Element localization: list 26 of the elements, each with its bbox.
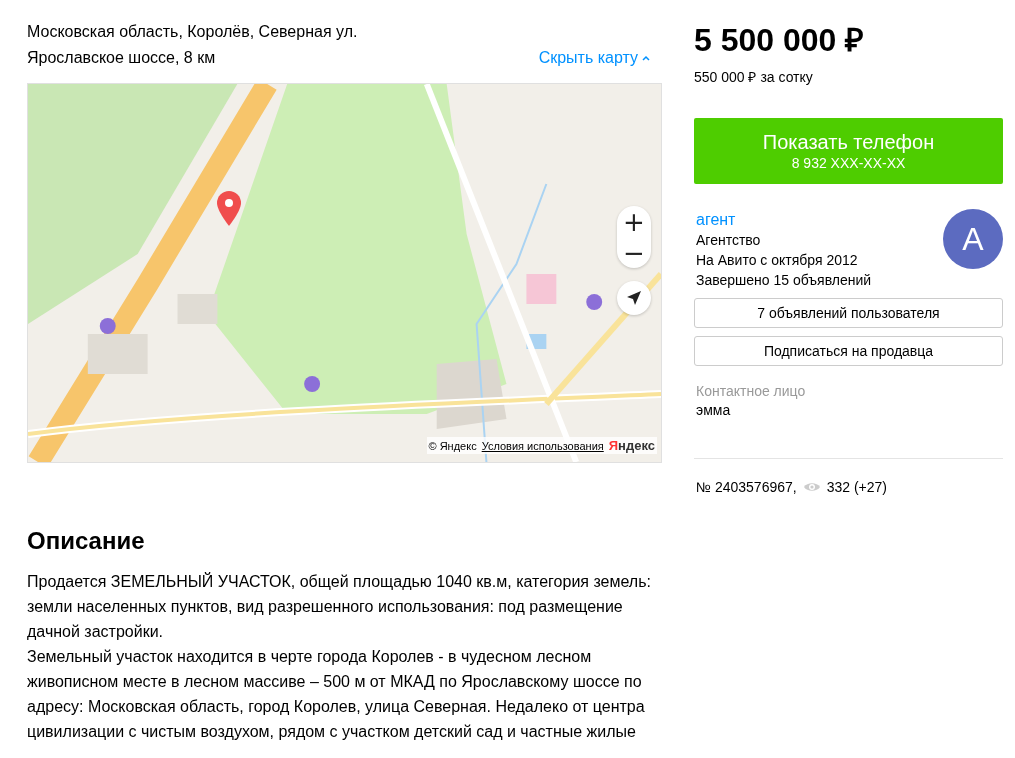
seller-action-button[interactable]: 7 объявлений пользователя <box>694 298 1003 328</box>
price-per-unit: 550 000 ₽ за сотку <box>694 68 814 86</box>
contact-label: Контактное лицо <box>695 383 807 399</box>
description-paragraph: Продается ЗЕМЕЛЬНЫЙ УЧАСТОК, общей площадью 1040 кв.м, категория земель: земли населенных пунктов, вид разрешенного использования: под размещение дачной застройки. <box>27 571 652 642</box>
description-paragraph: Земельный участок находится в черте города Королев - в чудесном лесном живописном месте в лесном массиве – 500 м от МКАД по Ярославскому шоссе по адресу: Московская область, город Королев, улица Северная. Недалеко от центра цивилизации с чистым воздухом, рядом с участком детский сад и частные жилые <box>27 647 646 742</box>
navigation-arrow-icon <box>626 290 642 306</box>
seller-action-button[interactable]: Подписаться на продавца <box>694 336 1003 366</box>
highway-text: Ярославское шоссе, 8 км <box>27 48 216 68</box>
member-since: На Авито с октября 2012 <box>696 251 859 270</box>
zoom-in-button[interactable]: + <box>617 206 651 237</box>
price-text: 5 500 000 ₽ <box>694 22 866 58</box>
eye-icon <box>802 481 821 493</box>
chevron-up-icon <box>642 55 650 61</box>
terms-link[interactable]: Условия использования <box>481 439 604 452</box>
zoom-out-button[interactable]: − <box>617 237 651 268</box>
copyright-text: © Яндекс <box>428 439 477 452</box>
view-count: 332 (+27) <box>826 479 887 495</box>
section-title: Описание <box>27 527 146 555</box>
map-logo: Яндекс <box>608 438 655 453</box>
address-text: Московская область, Королёв, Северная ул. <box>27 22 359 42</box>
listing-number: № 2403576967, <box>696 479 797 495</box>
seller-type: Агентство <box>696 231 762 250</box>
completed-count: Завершено 15 объявлений <box>696 271 872 290</box>
contact-name: эмма <box>695 402 732 418</box>
seller-avatar[interactable]: А <box>943 209 1003 269</box>
map-pin-icon <box>216 191 242 227</box>
